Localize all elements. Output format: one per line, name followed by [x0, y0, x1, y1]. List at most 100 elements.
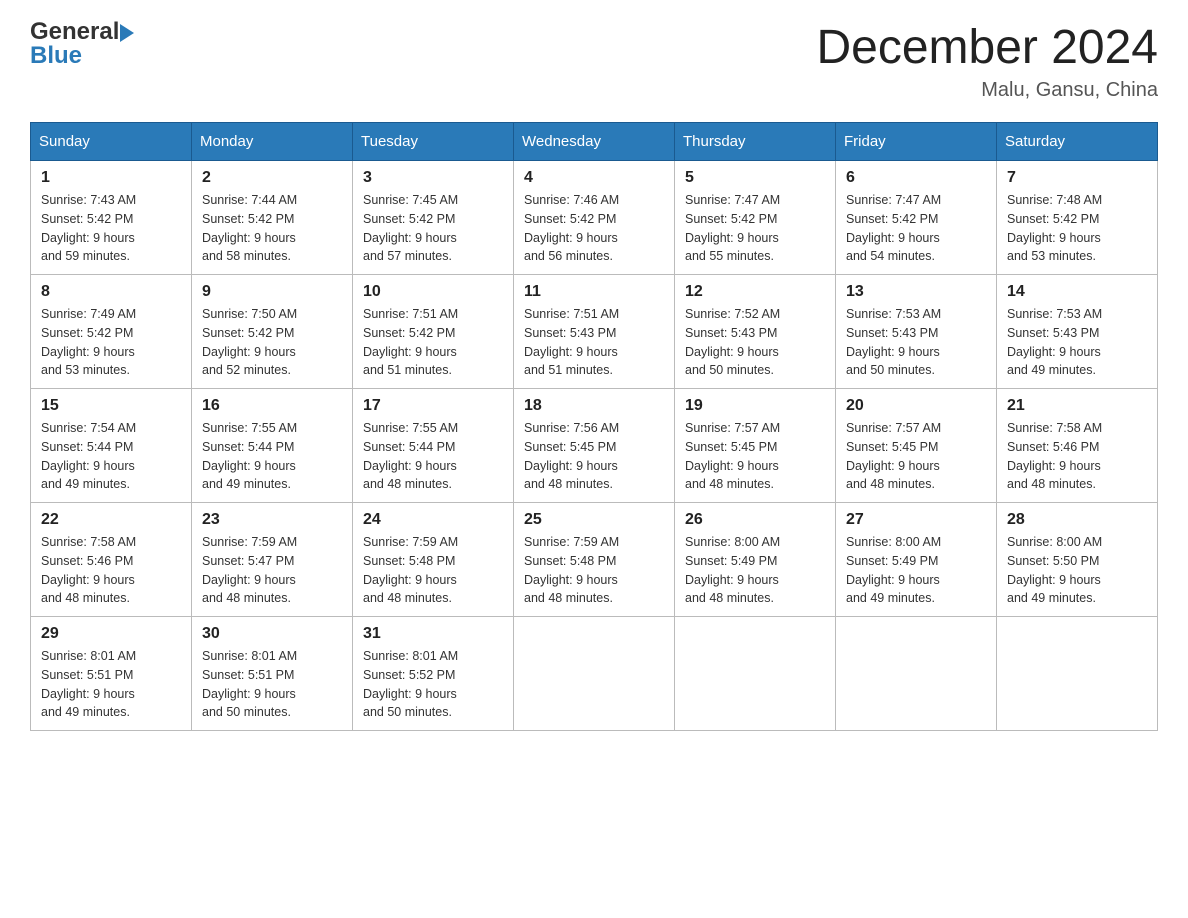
day-info: Sunrise: 8:01 AM Sunset: 5:51 PM Dayligh…	[41, 647, 181, 722]
daylight: Daylight: 9 hours	[202, 345, 296, 359]
page-header: General Blue December 2024 Malu, Gansu, …	[30, 20, 1158, 102]
calendar-header-row: Sunday Monday Tuesday Wednesday Thursday…	[31, 123, 1158, 161]
day-number: 30	[202, 625, 342, 643]
calendar-cell: 12 Sunrise: 7:52 AM Sunset: 5:43 PM Dayl…	[675, 275, 836, 389]
col-friday: Friday	[836, 123, 997, 161]
daylight: Daylight: 9 hours	[202, 687, 296, 701]
day-number: 10	[363, 283, 503, 301]
title-area: December 2024 Malu, Gansu, China	[816, 20, 1158, 102]
daylight-minutes: and 53 minutes.	[1007, 249, 1096, 263]
daylight-minutes: and 53 minutes.	[41, 363, 130, 377]
col-tuesday: Tuesday	[353, 123, 514, 161]
sunset: Sunset: 5:42 PM	[363, 326, 455, 340]
sunrise: Sunrise: 8:00 AM	[685, 535, 780, 549]
day-number: 31	[363, 625, 503, 643]
calendar-cell: 7 Sunrise: 7:48 AM Sunset: 5:42 PM Dayli…	[997, 161, 1158, 275]
sunrise: Sunrise: 7:48 AM	[1007, 193, 1102, 207]
sunset: Sunset: 5:42 PM	[41, 326, 133, 340]
sunset: Sunset: 5:43 PM	[846, 326, 938, 340]
calendar-cell: 24 Sunrise: 7:59 AM Sunset: 5:48 PM Dayl…	[353, 503, 514, 617]
logo-blue: Blue	[30, 44, 82, 68]
daylight-minutes: and 54 minutes.	[846, 249, 935, 263]
sunset: Sunset: 5:51 PM	[41, 668, 133, 682]
sunset: Sunset: 5:49 PM	[685, 554, 777, 568]
sunrise: Sunrise: 7:53 AM	[1007, 307, 1102, 321]
calendar-cell: 6 Sunrise: 7:47 AM Sunset: 5:42 PM Dayli…	[836, 161, 997, 275]
sunrise: Sunrise: 8:01 AM	[41, 649, 136, 663]
day-info: Sunrise: 7:46 AM Sunset: 5:42 PM Dayligh…	[524, 191, 664, 266]
sunrise: Sunrise: 7:51 AM	[363, 307, 458, 321]
location: Malu, Gansu, China	[816, 79, 1158, 102]
sunrise: Sunrise: 7:47 AM	[685, 193, 780, 207]
day-number: 22	[41, 511, 181, 529]
day-number: 3	[363, 169, 503, 187]
daylight: Daylight: 9 hours	[202, 459, 296, 473]
day-number: 13	[846, 283, 986, 301]
daylight: Daylight: 9 hours	[41, 231, 135, 245]
calendar-cell	[997, 617, 1158, 731]
day-info: Sunrise: 7:44 AM Sunset: 5:42 PM Dayligh…	[202, 191, 342, 266]
daylight-minutes: and 48 minutes.	[846, 477, 935, 491]
sunset: Sunset: 5:42 PM	[202, 326, 294, 340]
day-number: 29	[41, 625, 181, 643]
daylight: Daylight: 9 hours	[846, 459, 940, 473]
day-info: Sunrise: 7:56 AM Sunset: 5:45 PM Dayligh…	[524, 419, 664, 494]
day-info: Sunrise: 7:43 AM Sunset: 5:42 PM Dayligh…	[41, 191, 181, 266]
daylight-minutes: and 50 minutes.	[846, 363, 935, 377]
daylight-minutes: and 49 minutes.	[41, 477, 130, 491]
day-info: Sunrise: 7:50 AM Sunset: 5:42 PM Dayligh…	[202, 305, 342, 380]
day-number: 23	[202, 511, 342, 529]
daylight: Daylight: 9 hours	[202, 573, 296, 587]
day-number: 14	[1007, 283, 1147, 301]
day-info: Sunrise: 7:57 AM Sunset: 5:45 PM Dayligh…	[685, 419, 825, 494]
day-number: 8	[41, 283, 181, 301]
daylight: Daylight: 9 hours	[363, 345, 457, 359]
daylight-minutes: and 48 minutes.	[685, 477, 774, 491]
sunset: Sunset: 5:47 PM	[202, 554, 294, 568]
sunset: Sunset: 5:42 PM	[846, 212, 938, 226]
sunset: Sunset: 5:43 PM	[1007, 326, 1099, 340]
day-info: Sunrise: 7:48 AM Sunset: 5:42 PM Dayligh…	[1007, 191, 1147, 266]
sunrise: Sunrise: 7:59 AM	[524, 535, 619, 549]
calendar-cell: 15 Sunrise: 7:54 AM Sunset: 5:44 PM Dayl…	[31, 389, 192, 503]
daylight-minutes: and 48 minutes.	[524, 477, 613, 491]
daylight: Daylight: 9 hours	[41, 345, 135, 359]
logo-arrow-icon	[120, 24, 134, 42]
daylight: Daylight: 9 hours	[363, 573, 457, 587]
sunset: Sunset: 5:44 PM	[202, 440, 294, 454]
month-title: December 2024	[816, 20, 1158, 75]
daylight-minutes: and 48 minutes.	[41, 591, 130, 605]
calendar-cell: 17 Sunrise: 7:55 AM Sunset: 5:44 PM Dayl…	[353, 389, 514, 503]
col-saturday: Saturday	[997, 123, 1158, 161]
day-info: Sunrise: 7:58 AM Sunset: 5:46 PM Dayligh…	[1007, 419, 1147, 494]
sunset: Sunset: 5:50 PM	[1007, 554, 1099, 568]
day-number: 27	[846, 511, 986, 529]
daylight-minutes: and 58 minutes.	[202, 249, 291, 263]
day-number: 1	[41, 169, 181, 187]
sunrise: Sunrise: 7:57 AM	[685, 421, 780, 435]
day-number: 28	[1007, 511, 1147, 529]
day-number: 12	[685, 283, 825, 301]
calendar-cell: 8 Sunrise: 7:49 AM Sunset: 5:42 PM Dayli…	[31, 275, 192, 389]
day-info: Sunrise: 8:00 AM Sunset: 5:50 PM Dayligh…	[1007, 533, 1147, 608]
daylight-minutes: and 50 minutes.	[202, 705, 291, 719]
day-number: 18	[524, 397, 664, 415]
calendar-table: Sunday Monday Tuesday Wednesday Thursday…	[30, 122, 1158, 731]
day-number: 5	[685, 169, 825, 187]
daylight: Daylight: 9 hours	[1007, 459, 1101, 473]
daylight: Daylight: 9 hours	[202, 231, 296, 245]
col-sunday: Sunday	[31, 123, 192, 161]
calendar-cell: 16 Sunrise: 7:55 AM Sunset: 5:44 PM Dayl…	[192, 389, 353, 503]
calendar-cell: 5 Sunrise: 7:47 AM Sunset: 5:42 PM Dayli…	[675, 161, 836, 275]
calendar-cell: 9 Sunrise: 7:50 AM Sunset: 5:42 PM Dayli…	[192, 275, 353, 389]
daylight: Daylight: 9 hours	[41, 459, 135, 473]
daylight-minutes: and 48 minutes.	[363, 591, 452, 605]
calendar-cell: 21 Sunrise: 7:58 AM Sunset: 5:46 PM Dayl…	[997, 389, 1158, 503]
sunrise: Sunrise: 7:47 AM	[846, 193, 941, 207]
col-wednesday: Wednesday	[514, 123, 675, 161]
calendar-cell: 13 Sunrise: 7:53 AM Sunset: 5:43 PM Dayl…	[836, 275, 997, 389]
daylight-minutes: and 49 minutes.	[846, 591, 935, 605]
sunrise: Sunrise: 8:00 AM	[1007, 535, 1102, 549]
day-info: Sunrise: 7:49 AM Sunset: 5:42 PM Dayligh…	[41, 305, 181, 380]
daylight: Daylight: 9 hours	[41, 687, 135, 701]
